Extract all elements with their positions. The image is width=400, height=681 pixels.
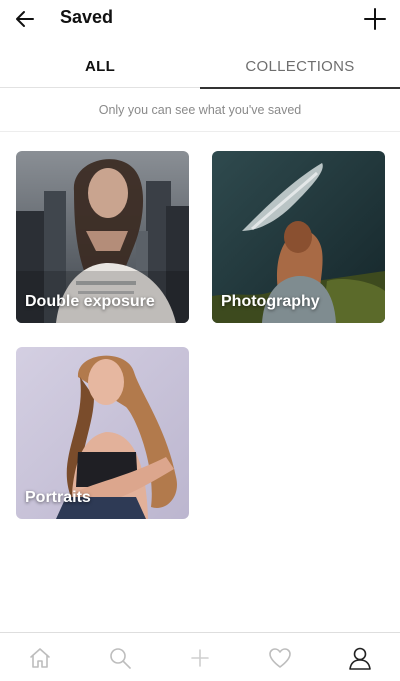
nav-home[interactable]	[27, 645, 53, 671]
tab-bar: ALL COLLECTIONS	[0, 44, 400, 89]
nav-favorites[interactable]	[267, 645, 293, 671]
profile-icon	[349, 647, 371, 670]
plus-icon	[364, 8, 386, 30]
tab-all[interactable]: ALL	[0, 44, 200, 88]
add-collection-button[interactable]	[362, 6, 388, 32]
heart-icon	[269, 648, 291, 668]
search-icon	[110, 648, 131, 669]
back-button[interactable]	[12, 6, 38, 32]
collection-card-double-exposure[interactable]: Double exposure	[16, 151, 189, 323]
collection-label: Photography	[221, 293, 320, 310]
plus-icon	[191, 649, 209, 667]
collection-card-photography[interactable]: Photography	[212, 151, 385, 323]
tab-collections[interactable]: COLLECTIONS	[200, 44, 400, 89]
collection-card-portraits[interactable]: Portraits	[16, 347, 189, 519]
collection-label: Portraits	[25, 489, 91, 506]
nav-search[interactable]	[107, 645, 133, 671]
arrow-left-icon	[16, 11, 34, 27]
collection-label: Double exposure	[25, 293, 155, 310]
bottom-navigation	[0, 632, 400, 681]
nav-add[interactable]	[187, 645, 213, 671]
privacy-notice: Only you can see what you've saved	[0, 88, 400, 132]
top-bar: Saved	[0, 0, 400, 40]
home-icon	[30, 648, 50, 668]
page-title: Saved	[60, 7, 114, 27]
nav-profile[interactable]	[347, 645, 373, 671]
